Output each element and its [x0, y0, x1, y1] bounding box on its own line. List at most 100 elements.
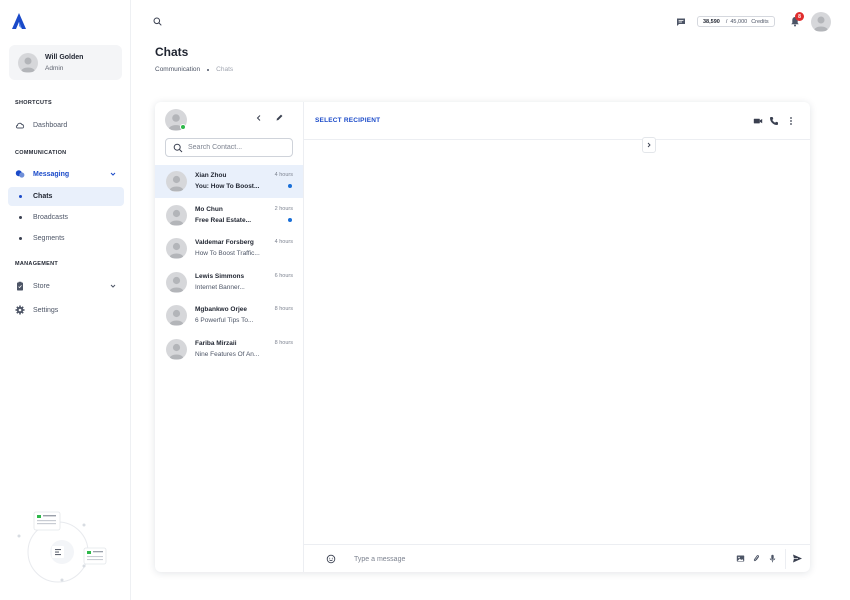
user-role: Admin — [45, 65, 64, 72]
contact-name: Mgbankwo Orjee — [195, 306, 248, 314]
search-icon — [173, 143, 183, 153]
communication-illustration — [14, 508, 114, 588]
phone-icon[interactable] — [769, 116, 779, 126]
profile-avatar[interactable] — [811, 12, 831, 32]
message-preview: Internet Banner... — [195, 283, 245, 291]
message-input[interactable] — [354, 552, 674, 566]
breadcrumb-chats: Chats — [216, 66, 234, 73]
send-icon[interactable] — [792, 553, 803, 564]
section-communication: COMMUNICATION — [15, 150, 67, 156]
sidebar-item-chats[interactable]: Chats — [8, 187, 124, 206]
bullet-icon — [19, 237, 22, 240]
message-composer — [304, 544, 810, 572]
chevron-down-icon — [109, 282, 117, 290]
credits-indicator[interactable]: 38,590 / 45,000 Credits — [697, 16, 775, 27]
message-time: 6 hours — [274, 272, 293, 279]
chevron-right-icon — [646, 142, 652, 148]
sidebar-item-label: Store — [33, 282, 50, 290]
sidebar-item-label: Segments — [33, 235, 65, 242]
conversation-list-pane: Xian Zhou You: How To Boost... 4 hours Mo C… — [155, 102, 304, 572]
conversation-item[interactable]: Mgbankwo Orjee 6 Powerful Tips To... 8 hou… — [155, 299, 303, 332]
user-avatar — [18, 53, 38, 73]
message-time: 4 hours — [274, 239, 293, 246]
message-preview: You: How To Boost... — [195, 183, 260, 190]
contact-avatar — [166, 238, 187, 260]
page-title: Chats — [155, 45, 189, 59]
chat-card: Xian Zhou You: How To Boost... 4 hours Mo C… — [155, 102, 810, 572]
pencil-icon[interactable] — [275, 113, 284, 122]
chat-window: SELECT RECIPIENT — [304, 102, 810, 572]
sidebar-item-label: Dashboard — [33, 121, 68, 129]
search-contact-input[interactable] — [188, 144, 288, 151]
contact-avatar — [166, 171, 187, 192]
search-icon[interactable] — [153, 17, 162, 26]
message-time: 2 hours — [274, 205, 293, 212]
message-time: 8 hours — [274, 340, 293, 346]
credits-used: 38,590 — [703, 18, 720, 25]
cloud-icon — [15, 120, 25, 130]
conversation-item[interactable]: Valdemar Forsberg How To Boost Traffic...… — [155, 232, 303, 265]
conversation-item[interactable]: Fariba Mirzaii Nine Features Of An... 8 ho… — [155, 333, 303, 366]
clipboard-icon — [15, 281, 25, 291]
sidebar-item-dashboard[interactable]: Dashboard — [15, 116, 123, 134]
user-card[interactable]: Will Golden Admin — [9, 45, 122, 80]
sidebar: Will Golden Admin SHORTCUTS Dashboard CO… — [0, 0, 131, 600]
select-recipient-button[interactable]: SELECT RECIPIENT — [315, 117, 380, 124]
contact-search[interactable] — [165, 138, 293, 157]
conversation-item[interactable]: Mo Chun Free Real Estate... 2 hours — [155, 199, 303, 232]
chevron-down-icon — [109, 170, 117, 178]
chat-bubbles-icon — [15, 169, 25, 179]
user-name: Will Golden — [45, 54, 84, 61]
gear-icon — [15, 305, 25, 315]
sidebar-item-broadcasts[interactable]: Broadcasts — [8, 208, 124, 227]
breadcrumb: Communication Chats — [155, 66, 233, 73]
sidebar-item-label: Chats — [33, 193, 53, 200]
contact-name: Xian Zhou — [195, 172, 227, 179]
sidebar-item-store[interactable]: Store — [15, 277, 123, 295]
contact-avatar — [166, 271, 187, 293]
message-preview: Free Real Estate... — [195, 216, 251, 224]
message-preview: How To Boost Traffic... — [195, 250, 260, 258]
sidebar-item-label: Messaging — [33, 170, 70, 178]
contact-name: Mo Chun — [195, 205, 223, 213]
chevron-left-icon[interactable] — [255, 114, 263, 122]
bullet-icon — [19, 195, 22, 198]
breadcrumb-communication[interactable]: Communication — [155, 66, 200, 73]
app-logo[interactable] — [11, 12, 27, 30]
microphone-icon[interactable] — [768, 554, 777, 563]
contact-avatar — [166, 204, 187, 226]
online-status-indicator — [180, 124, 186, 130]
conversation-item[interactable]: Xian Zhou You: How To Boost... 4 hours — [155, 165, 303, 198]
unread-indicator — [288, 184, 292, 188]
message-preview: 6 Powerful Tips To... — [195, 317, 254, 325]
emoji-icon[interactable] — [326, 554, 336, 564]
sidebar-item-segments[interactable]: Segments — [8, 229, 124, 248]
unread-indicator — [288, 217, 292, 222]
contact-avatar — [166, 305, 187, 327]
notification-badge: 8 — [795, 12, 804, 21]
conversation-item[interactable]: Lewis Simmons Internet Banner... 6 hours — [155, 266, 303, 299]
sidebar-item-label: Broadcasts — [33, 214, 69, 221]
section-shortcuts: SHORTCUTS — [15, 100, 52, 106]
contact-name: Fariba Mirzaii — [195, 340, 237, 347]
paperclip-icon[interactable] — [752, 554, 761, 563]
message-time: 4 hours — [274, 172, 293, 178]
sidebar-item-label: Settings — [33, 306, 59, 314]
expand-panel-button[interactable] — [642, 137, 656, 153]
contact-name: Lewis Simmons — [195, 272, 245, 280]
bullet-icon — [19, 216, 22, 219]
breadcrumb-separator — [207, 68, 210, 71]
image-icon[interactable] — [736, 554, 745, 563]
more-vertical-icon[interactable] — [786, 116, 796, 126]
sidebar-item-messaging[interactable]: Messaging — [15, 165, 123, 183]
messages-icon[interactable] — [676, 17, 686, 27]
message-time: 8 hours — [274, 306, 293, 313]
contact-name: Valdemar Forsberg — [195, 239, 254, 247]
credits-label: Credits — [751, 18, 769, 25]
message-preview: Nine Features Of An... — [195, 351, 260, 358]
chat-header: SELECT RECIPIENT — [304, 102, 810, 140]
sidebar-item-settings[interactable]: Settings — [15, 301, 123, 319]
video-camera-icon[interactable] — [753, 116, 763, 126]
contact-avatar — [166, 339, 187, 360]
credits-separator: / — [725, 18, 728, 25]
